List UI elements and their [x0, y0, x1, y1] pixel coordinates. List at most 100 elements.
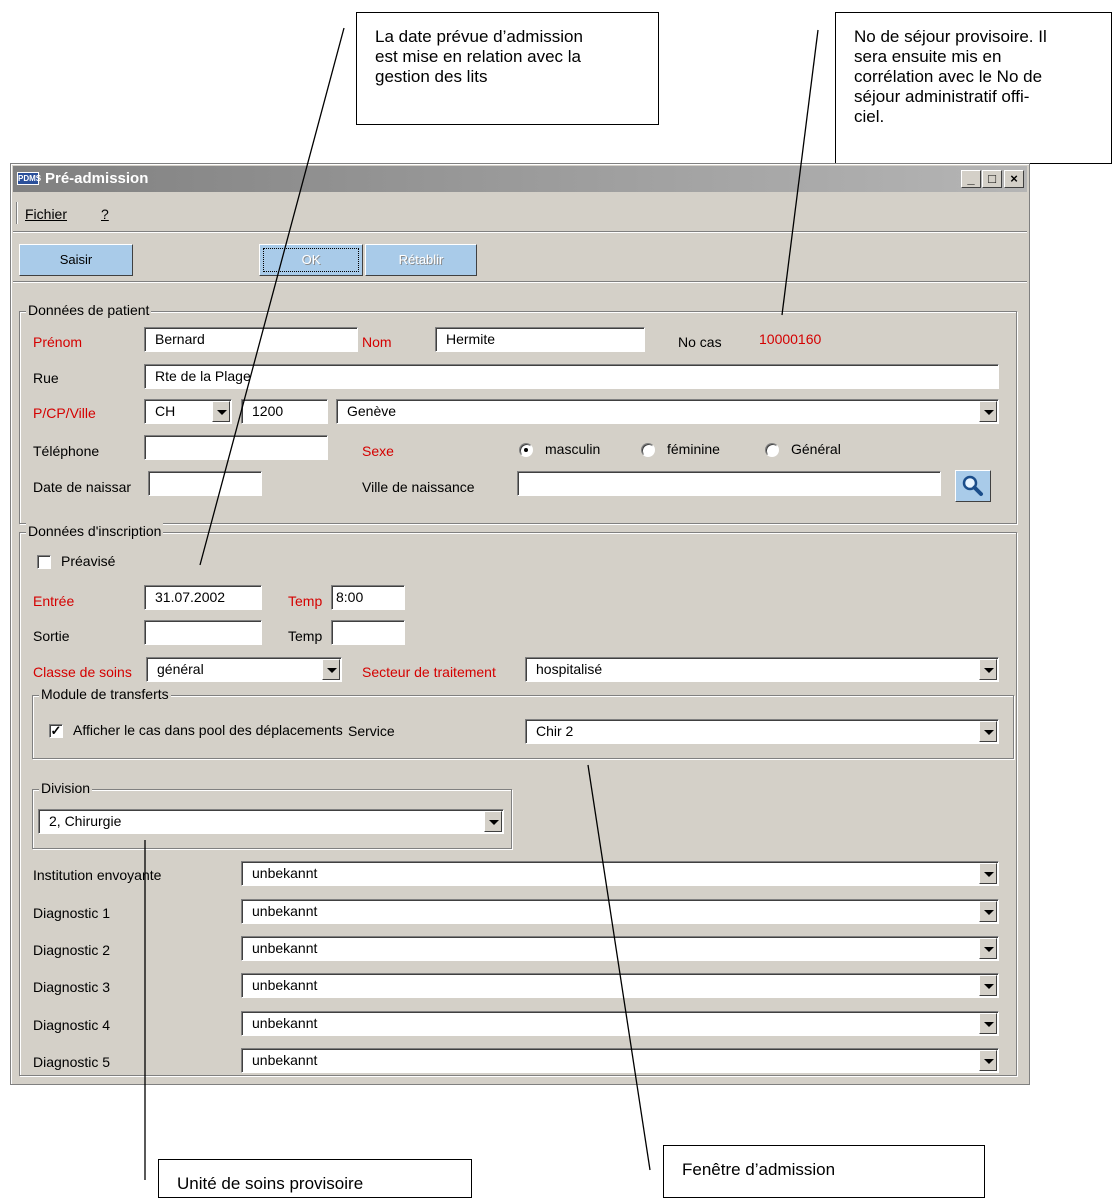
- sexe-option-general[interactable]: Général: [791, 441, 841, 457]
- dob-label: Date de naissar: [33, 479, 132, 495]
- preavise-label[interactable]: Préavisé: [61, 553, 115, 569]
- city-select[interactable]: Genève: [336, 399, 999, 424]
- sortie-date-input[interactable]: [144, 620, 262, 645]
- sortie-temp-label: Temp: [288, 628, 323, 644]
- search-icon: [962, 475, 983, 496]
- entree-time-input[interactable]: 8:00: [331, 585, 405, 610]
- menu-grip: [16, 202, 18, 224]
- chevron-down-icon[interactable]: [979, 721, 997, 742]
- division-value: 2, Chirurgie: [49, 813, 122, 829]
- prenom-input[interactable]: Bernard: [144, 327, 358, 352]
- chevron-down-icon[interactable]: [979, 659, 997, 680]
- retablir-button[interactable]: Rétablir: [365, 244, 477, 276]
- callout-admission-date: La date prévue d’admission est mise en r…: [356, 12, 659, 125]
- sortie-time-input[interactable]: [331, 620, 405, 645]
- pool-label[interactable]: Afficher le cas dans pool des déplacemen…: [73, 722, 356, 738]
- classe-soins-select[interactable]: général: [146, 657, 342, 682]
- nom-input[interactable]: Hermite: [435, 327, 645, 352]
- diagnostic-4-select[interactable]: unbekannt: [241, 1011, 999, 1036]
- chevron-down-icon[interactable]: [322, 659, 340, 680]
- division-legend: Division: [39, 780, 93, 796]
- search-button[interactable]: [955, 470, 991, 502]
- chevron-down-icon[interactable]: [979, 975, 997, 996]
- diagnostic-4-value: unbekannt: [252, 1015, 318, 1031]
- menu-help[interactable]: ?: [101, 206, 109, 222]
- pcpville-label: P/CP/Ville: [33, 405, 96, 421]
- diagnostic-5-select[interactable]: unbekannt: [241, 1048, 999, 1073]
- focus-rect: [263, 248, 359, 272]
- sexe-radio-general[interactable]: [765, 443, 779, 457]
- chevron-down-icon[interactable]: [979, 1050, 997, 1071]
- country-value: CH: [155, 403, 176, 419]
- entree-temp-label: Temp: [288, 593, 323, 609]
- chevron-down-icon[interactable]: [212, 401, 230, 422]
- service-value: Chir 2: [536, 723, 574, 739]
- title-bar: PDMS Pré-admission _ □ ×: [13, 166, 1027, 192]
- entree-date-input[interactable]: 31.07.2002: [144, 585, 262, 610]
- menu-fichier[interactable]: Fichier: [25, 206, 67, 222]
- diagnostic-1-select[interactable]: unbekannt: [241, 899, 999, 924]
- menu-bar: Fichier ?: [13, 196, 1027, 232]
- transfer-module-legend: Module de transferts: [39, 686, 171, 702]
- sexe-option-feminine[interactable]: féminine: [667, 441, 720, 457]
- service-label: Service: [348, 723, 395, 739]
- sexe-label: Sexe: [362, 443, 394, 459]
- secteur-label: Secteur de traitement: [362, 664, 496, 680]
- prenom-label: Prénom: [33, 334, 83, 350]
- institution-value: unbekannt: [252, 865, 318, 881]
- pool-checkbox[interactable]: ✓: [49, 724, 63, 738]
- sexe-radio-feminine[interactable]: [641, 443, 655, 457]
- chevron-down-icon[interactable]: [979, 1013, 997, 1034]
- rue-label: Rue: [33, 370, 59, 386]
- diagnostic-5-value: unbekannt: [252, 1052, 318, 1068]
- diagnostic-1-value: unbekannt: [252, 903, 318, 919]
- preavise-checkbox[interactable]: [37, 555, 51, 569]
- close-button[interactable]: ×: [1004, 170, 1024, 188]
- sexe-option-masculin[interactable]: masculin: [545, 441, 600, 457]
- window-title: Pré-admission: [45, 170, 149, 187]
- diagnostic-2-select[interactable]: unbekannt: [241, 936, 999, 961]
- birthplace-label: Ville de naissance: [362, 479, 475, 495]
- postal-code-input[interactable]: 1200: [241, 399, 328, 424]
- chevron-down-icon[interactable]: [484, 811, 502, 832]
- nocas-value: 10000160: [759, 331, 822, 347]
- toolbar: Saisir OK Rétablir: [13, 234, 1027, 282]
- sexe-radio-masculin[interactable]: [519, 443, 533, 457]
- minimize-button[interactable]: _: [961, 170, 981, 188]
- diagnostic-3-select[interactable]: unbekannt: [241, 973, 999, 998]
- pre-admission-window: PDMS Pré-admission _ □ × Fichier ? Saisi…: [10, 163, 1030, 1085]
- sortie-label: Sortie: [33, 628, 70, 644]
- patient-data-legend: Données de patient: [26, 302, 152, 318]
- institution-select[interactable]: unbekannt: [241, 861, 999, 886]
- saisir-button[interactable]: Saisir: [19, 244, 133, 276]
- chevron-down-icon[interactable]: [979, 401, 997, 422]
- ok-button[interactable]: OK: [259, 244, 363, 276]
- diagnostic-3-label: Diagnostic 3: [33, 979, 111, 995]
- secteur-select[interactable]: hospitalisé: [525, 657, 999, 682]
- country-select[interactable]: CH: [144, 399, 232, 424]
- chevron-down-icon[interactable]: [979, 863, 997, 884]
- service-select[interactable]: Chir 2: [525, 719, 999, 744]
- secteur-value: hospitalisé: [536, 661, 603, 677]
- diagnostic-1-label: Diagnostic 1: [33, 905, 111, 921]
- nocas-label: No cas: [678, 334, 722, 350]
- rue-input[interactable]: Rte de la Plage: [144, 364, 999, 389]
- nom-label: Nom: [362, 334, 392, 350]
- dob-input[interactable]: [148, 471, 262, 496]
- maximize-button[interactable]: □: [982, 170, 1002, 188]
- diagnostic-2-label: Diagnostic 2: [33, 942, 111, 958]
- chevron-down-icon[interactable]: [979, 901, 997, 922]
- entree-label: Entrée: [33, 593, 75, 609]
- division-select[interactable]: 2, Chirurgie: [38, 809, 504, 834]
- institution-label: Institution envoyante: [33, 867, 162, 883]
- classe-soins-label: Classe de soins: [33, 664, 132, 680]
- classe-soins-value: général: [157, 661, 204, 677]
- diagnostic-5-label: Diagnostic 5: [33, 1054, 111, 1070]
- app-icon: PDMS: [17, 172, 42, 185]
- inscription-data-legend: Données d'inscription: [26, 523, 164, 539]
- diagnostic-4-label: Diagnostic 4: [33, 1017, 111, 1033]
- chevron-down-icon[interactable]: [979, 938, 997, 959]
- birthplace-input[interactable]: [517, 471, 941, 496]
- callout-temp-care-unit: Unité de soins provisoire: [158, 1159, 472, 1198]
- telephone-input[interactable]: [144, 435, 328, 460]
